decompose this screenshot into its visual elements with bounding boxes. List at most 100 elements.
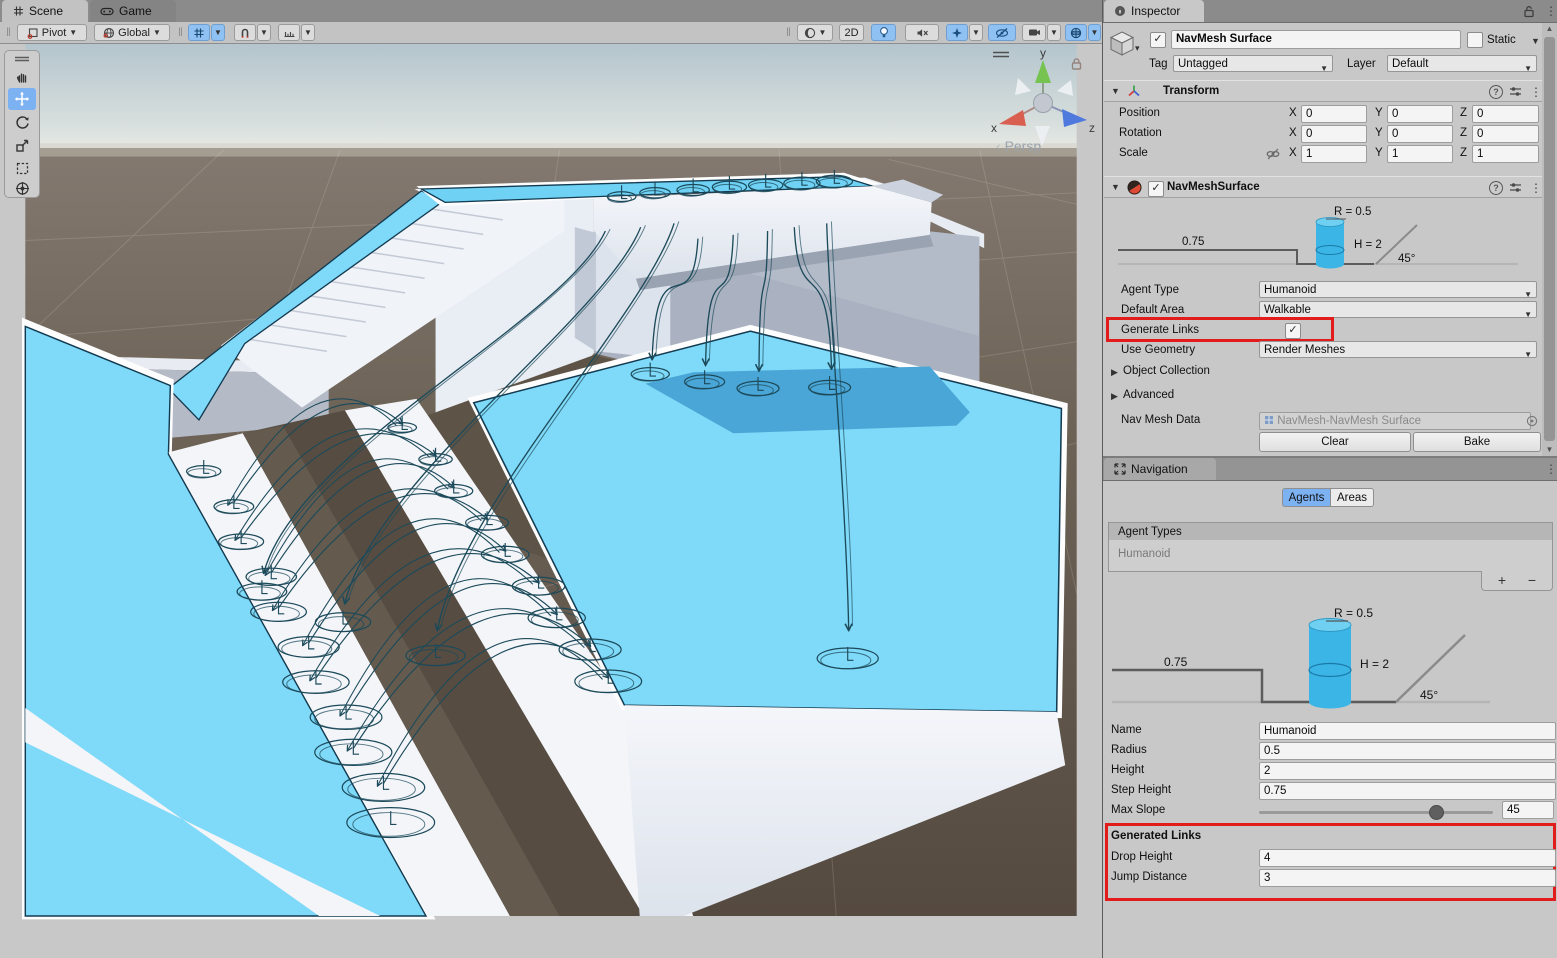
effects-dropdown[interactable]: ▼ — [969, 24, 983, 41]
shading-mode-button[interactable]: ▼ — [797, 24, 833, 41]
height-field[interactable]: 2 — [1259, 762, 1556, 780]
object-picker-icon[interactable] — [1526, 415, 1538, 427]
grid-options-dropdown[interactable]: ▼ — [211, 24, 225, 41]
agent-type-item-humanoid[interactable]: Humanoid — [1118, 548, 1170, 560]
navmeshsurface-presets-icon[interactable] — [1509, 181, 1522, 194]
scroll-up-icon[interactable]: ▲ — [1542, 24, 1557, 33]
scale-link-broken-icon[interactable] — [1266, 148, 1280, 160]
add-agent-button[interactable]: + — [1490, 572, 1514, 588]
rotation-z-field[interactable]: 0 — [1472, 125, 1539, 143]
agent-type-dropdown[interactable]: Humanoid▼ — [1259, 281, 1537, 298]
gizmos-dropdown[interactable]: ▼ — [1088, 24, 1101, 41]
2d-toggle[interactable]: 2D — [839, 24, 864, 41]
toolbar-drag-handle3[interactable]: ‖ — [786, 25, 791, 39]
snap-options-dropdown[interactable]: ▼ — [257, 24, 271, 41]
gizmo-x-cone[interactable] — [999, 110, 1026, 126]
gameobject-name-field[interactable]: NavMesh Surface — [1171, 30, 1461, 49]
name-field[interactable]: Humanoid — [1259, 722, 1556, 740]
scene-viewport[interactable] — [0, 44, 1102, 958]
gizmo-center[interactable] — [1034, 94, 1053, 113]
toolbar-drag-handle[interactable]: ‖ — [6, 25, 11, 39]
perspective-label[interactable]: ‹ Persp — [996, 138, 1092, 154]
snap-toggle[interactable] — [234, 24, 256, 41]
step-height-field[interactable]: 0.75 — [1259, 782, 1556, 800]
tab-navigation[interactable]: Navigation — [1104, 458, 1216, 480]
inspector-menu-icon[interactable]: ⋮ — [1545, 4, 1557, 18]
advanced-foldout[interactable]: ▶ — [1111, 391, 1118, 402]
gameobject-cube-icon[interactable] — [1108, 29, 1136, 57]
audio-toggle[interactable] — [905, 24, 939, 41]
position-y-field[interactable]: 0 — [1387, 105, 1453, 123]
global-button[interactable]: Global▼ — [94, 24, 170, 41]
transform-menu-icon[interactable]: ⋮ — [1530, 85, 1542, 99]
gizmo-z-cone[interactable] — [1062, 109, 1087, 127]
gizmo-lock-icon[interactable] — [1070, 57, 1083, 71]
max-slope-field[interactable]: 45 — [1502, 801, 1554, 819]
navmeshsurface-help-icon[interactable]: ? — [1489, 181, 1503, 195]
navmeshsurface-menu-icon[interactable]: ⋮ — [1530, 181, 1542, 195]
scale-y-field[interactable]: 1 — [1387, 145, 1453, 163]
drop-height-field[interactable]: 4 — [1259, 849, 1556, 867]
areas-tab[interactable]: Areas — [1330, 488, 1374, 507]
inspector-scrollbar[interactable]: ▲ ▼ — [1542, 23, 1557, 456]
rotate-tool[interactable] — [8, 111, 36, 133]
navigation-menu-icon[interactable]: ⋮ — [1545, 462, 1557, 476]
scene-lighting-toggle[interactable] — [871, 24, 896, 41]
transform-tool[interactable] — [8, 177, 36, 199]
gizmo-menu-handle-icon[interactable] — [992, 50, 1010, 59]
rect-tool[interactable] — [8, 157, 36, 179]
gameobject-active-checkbox[interactable]: ✓ — [1150, 32, 1166, 48]
navmeshsurface-enabled-checkbox[interactable]: ✓ — [1148, 181, 1164, 197]
radius-field[interactable]: 0.5 — [1259, 742, 1556, 760]
use-geometry-dropdown[interactable]: Render Meshes▼ — [1259, 341, 1537, 358]
gameobject-icon-caret[interactable]: ▾ — [1135, 43, 1140, 54]
inspector-lock-icon[interactable] — [1523, 5, 1535, 18]
tools-handle-icon[interactable] — [14, 55, 30, 63]
inspector-scroll-thumb[interactable] — [1544, 37, 1555, 441]
gizmo-y-cone[interactable] — [1035, 60, 1051, 83]
position-x-field[interactable]: 0 — [1301, 105, 1367, 123]
scale-x-field[interactable]: 1 — [1301, 145, 1367, 163]
rotation-x-field[interactable]: 0 — [1301, 125, 1367, 143]
hidden-objects-toggle[interactable] — [988, 24, 1016, 41]
pivot-button[interactable]: Pivot▼ — [17, 24, 87, 41]
tab-inspector[interactable]: Inspector — [1104, 0, 1204, 22]
grid-visibility-toggle[interactable] — [188, 24, 210, 41]
static-caret-icon[interactable]: ▼ — [1531, 36, 1540, 46]
navmeshsurface-foldout[interactable]: ▼ — [1111, 182, 1120, 192]
transform-help-icon[interactable]: ? — [1489, 85, 1503, 99]
max-slope-slider-handle[interactable] — [1429, 805, 1444, 820]
agents-tab[interactable]: Agents — [1282, 488, 1330, 507]
camera-dropdown[interactable]: ▼ — [1047, 24, 1061, 41]
snap-increment-button[interactable] — [278, 24, 300, 41]
snap-increment-dropdown[interactable]: ▼ — [301, 24, 315, 41]
scroll-down-icon[interactable]: ▼ — [1542, 445, 1557, 454]
tab-game[interactable]: Game — [90, 0, 176, 22]
scale-z-field[interactable]: 1 — [1472, 145, 1539, 163]
clear-button[interactable]: Clear — [1259, 432, 1411, 452]
gizmo-neg-cone-3[interactable] — [1057, 80, 1073, 96]
transform-presets-icon[interactable] — [1509, 85, 1522, 98]
tag-dropdown[interactable]: Untagged▼ — [1173, 55, 1333, 72]
view-hand-tool[interactable] — [8, 65, 36, 87]
nav-mesh-data-field[interactable]: NavMesh-NavMesh Surface — [1259, 412, 1531, 430]
static-checkbox[interactable] — [1467, 32, 1483, 48]
move-tool[interactable] — [8, 88, 36, 110]
max-slope-slider-track[interactable] — [1259, 811, 1493, 814]
gizmos-toggle[interactable] — [1065, 24, 1087, 41]
tab-scene[interactable]: Scene — [2, 0, 88, 22]
transform-foldout[interactable]: ▼ — [1111, 86, 1120, 96]
object-collection-foldout[interactable]: ▶ — [1111, 367, 1118, 378]
bake-button[interactable]: Bake — [1413, 432, 1541, 452]
layer-dropdown[interactable]: Default▼ — [1387, 55, 1537, 72]
position-z-field[interactable]: 0 — [1472, 105, 1539, 123]
default-area-dropdown[interactable]: Walkable▼ — [1259, 301, 1537, 318]
effects-toggle[interactable] — [946, 24, 968, 41]
scale-tool[interactable] — [8, 134, 36, 156]
rotation-y-field[interactable]: 0 — [1387, 125, 1453, 143]
jump-distance-field[interactable]: 3 — [1259, 869, 1556, 887]
camera-settings-button[interactable] — [1022, 24, 1046, 41]
remove-agent-button[interactable]: − — [1520, 572, 1544, 588]
toolbar-drag-handle2[interactable]: ‖ — [178, 25, 183, 39]
gizmo-neg-cone-1[interactable] — [1015, 78, 1031, 95]
